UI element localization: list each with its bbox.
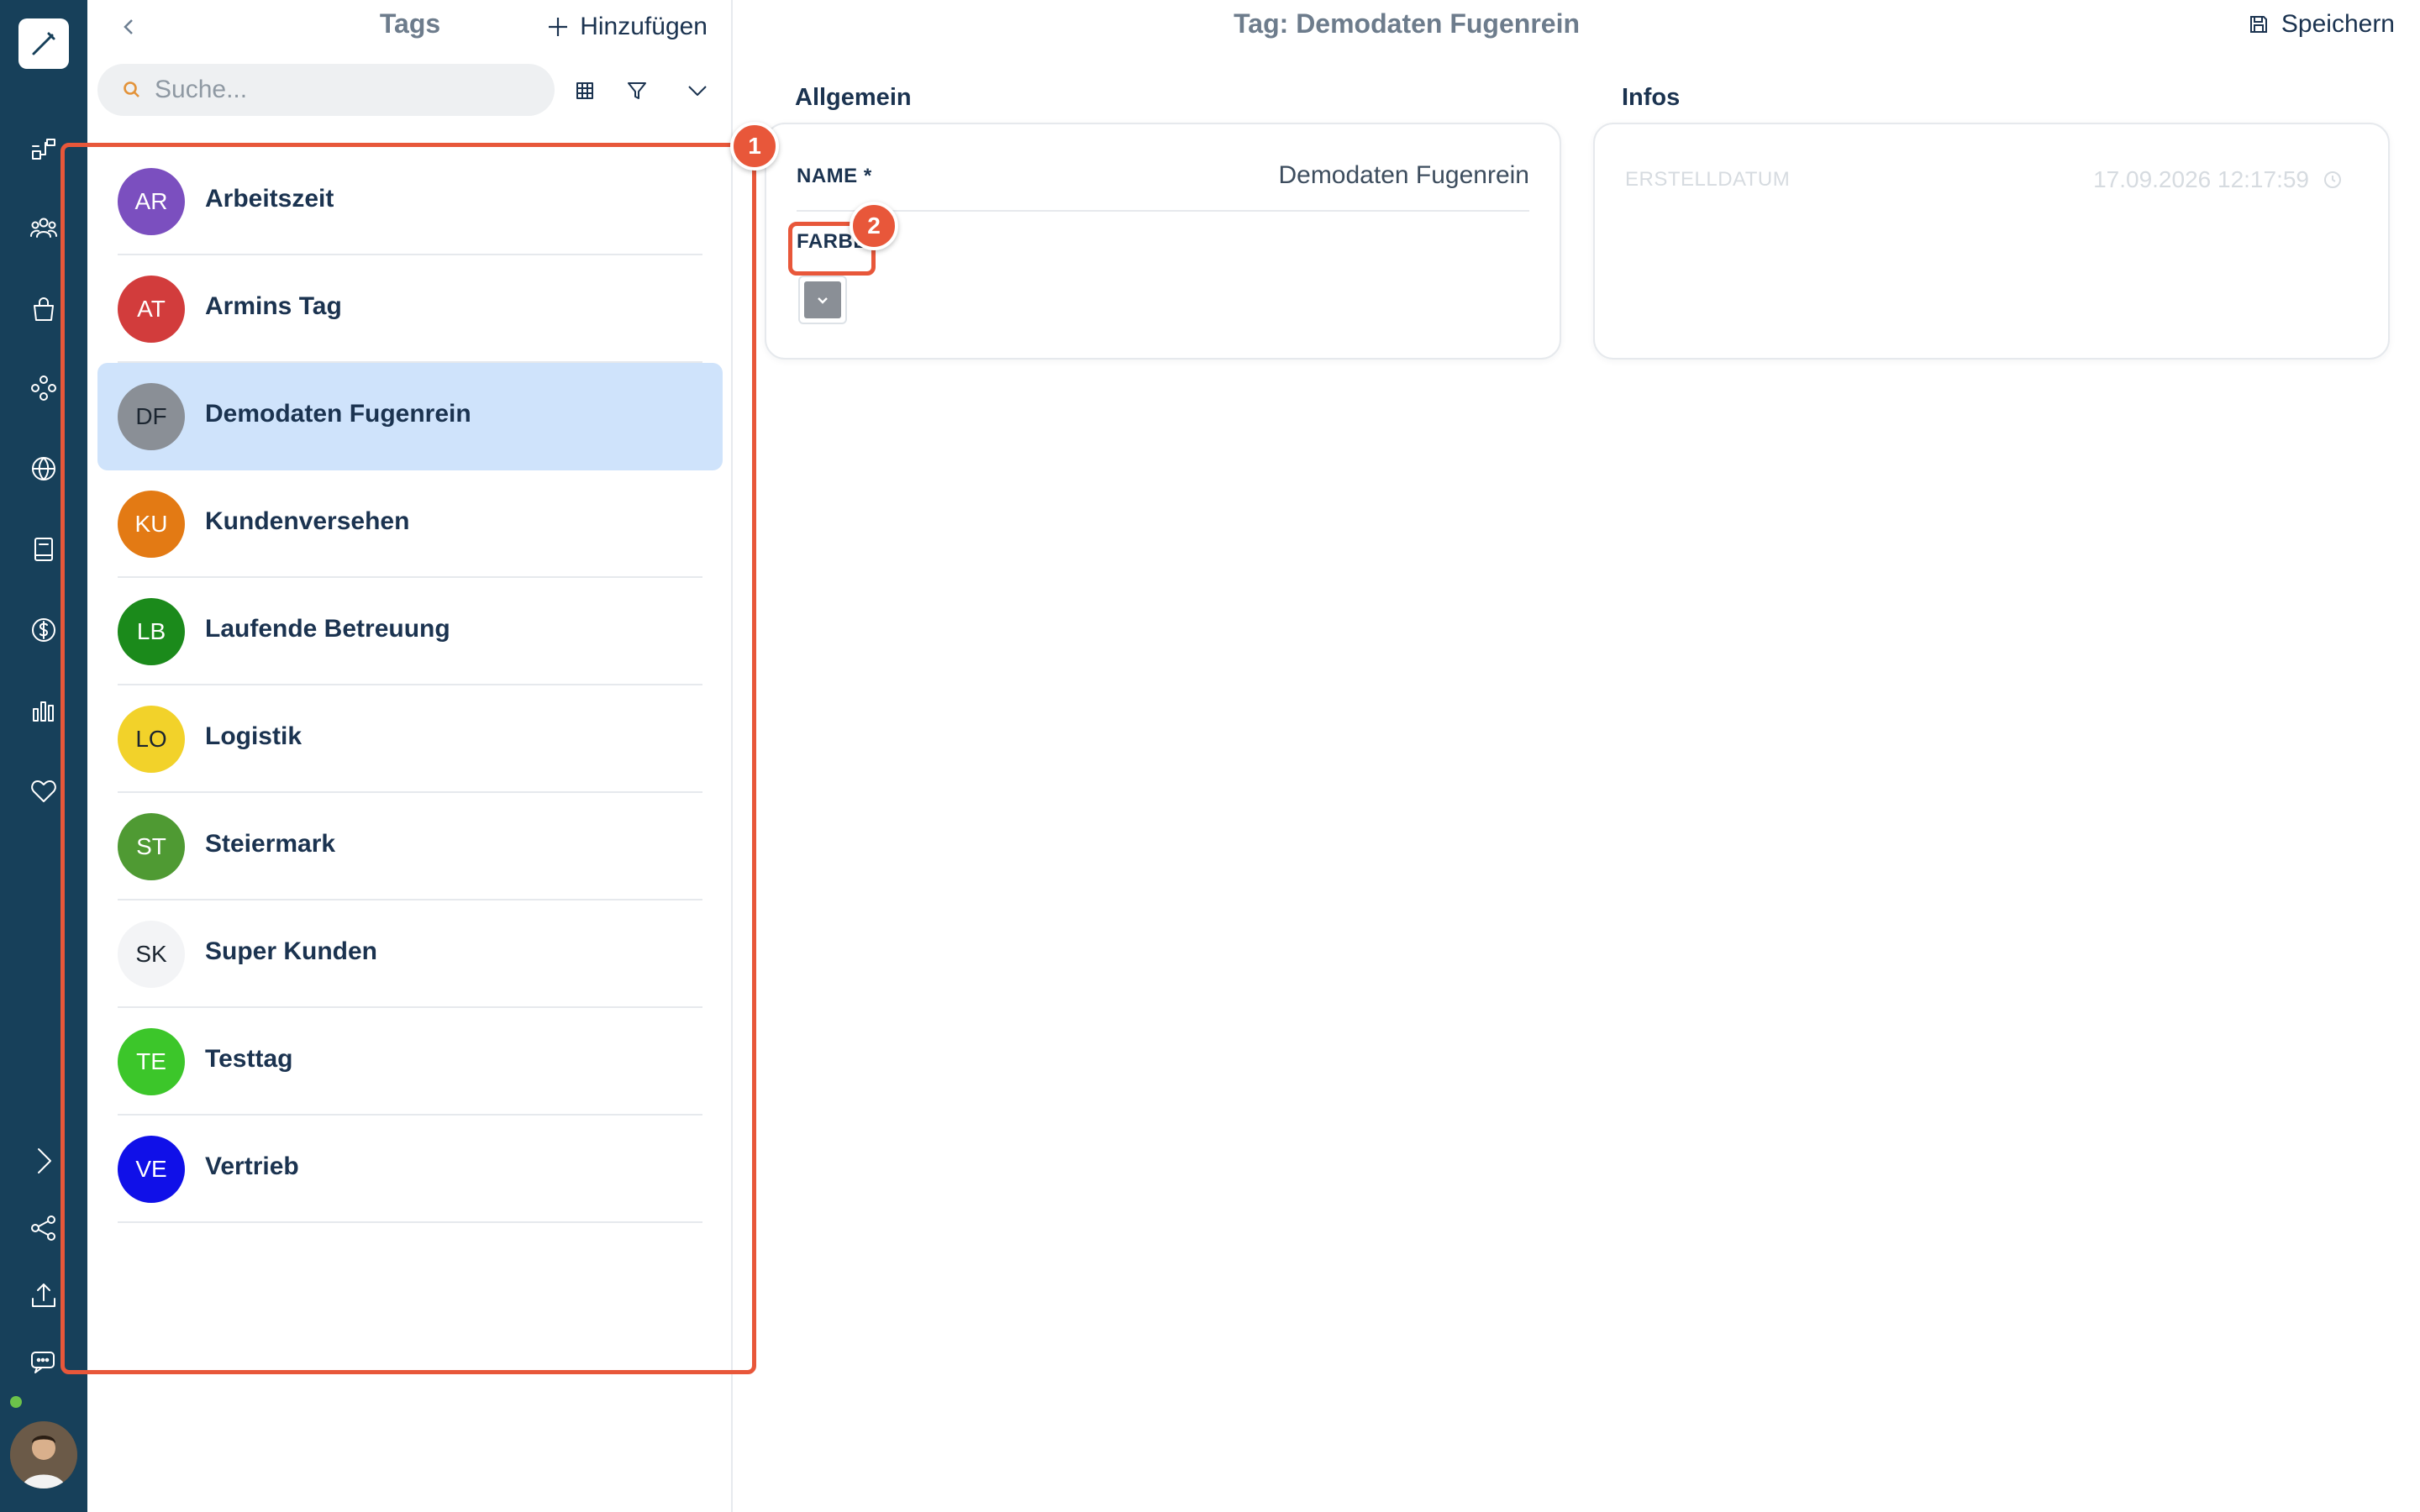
tag-avatar: DF (118, 383, 185, 450)
save-button-label: Speichern (2281, 10, 2395, 38)
filter-icon[interactable] (620, 74, 654, 108)
tag-list: AR Arbeitszeit AT Armins Tag DF Demodaten Fug… (97, 148, 723, 1223)
color-swatch (804, 281, 841, 318)
name-field-value[interactable]: Demodaten Fugenrein (1278, 161, 1529, 190)
created-date-text: 17.09.2026 12:17:59 (2093, 166, 2309, 192)
logo-brush-icon[interactable] (18, 18, 69, 69)
tag-list-item[interactable]: VE Vertrieb (97, 1116, 723, 1223)
modules-icon[interactable] (25, 370, 62, 407)
tag-avatar: SK (118, 921, 185, 988)
search-input[interactable] (155, 76, 524, 104)
expand-chevron-icon[interactable] (25, 1142, 62, 1179)
tag-list-item[interactable]: LO Logistik (97, 685, 723, 793)
tag-name: Armins Tag (205, 292, 342, 320)
online-status-indicator (8, 1394, 24, 1410)
tag-name: Vertrieb (205, 1152, 299, 1180)
tag-detail: Tag: Demodaten Fugenrein Speichern Allge… (734, 0, 2420, 1512)
icon-rail (0, 0, 87, 1512)
tag-list-item[interactable]: AR Arbeitszeit (97, 148, 723, 255)
user-avatar[interactable] (10, 1421, 77, 1488)
annotation-badge-1: 1 (730, 122, 779, 171)
created-date-value: 17.09.2026 12:17:59 (2093, 166, 2343, 193)
tag-avatar: ST (118, 813, 185, 880)
list-divider (118, 1221, 702, 1223)
tag-avatar: LB (118, 598, 185, 665)
tag-avatar: AT (118, 276, 185, 343)
tag-list-item[interactable]: DF Demodaten Fugenrein (97, 363, 723, 470)
detail-title: Tag: Demodaten Fugenrein (1234, 8, 1580, 39)
info-card: ERSTELLDATUM 17.09.2026 12:17:59 (1593, 123, 2390, 360)
chevron-down-icon[interactable] (681, 74, 714, 108)
tag-name: Laufende Betreuung (205, 615, 450, 643)
globe-icon[interactable] (25, 450, 62, 487)
tag-avatar: TE (118, 1028, 185, 1095)
field-divider (797, 210, 1529, 212)
chat-icon[interactable] (25, 1344, 62, 1381)
search-icon (124, 81, 139, 97)
name-field-label: NAME * (797, 165, 872, 187)
tag-name: Testtag (205, 1045, 293, 1073)
tag-avatar: LO (118, 706, 185, 773)
tag-avatar: VE (118, 1136, 185, 1203)
created-date-label: ERSTELLDATUM (1625, 168, 1791, 191)
book-icon[interactable] (25, 531, 62, 568)
dollar-icon[interactable] (25, 612, 62, 648)
chevron-left-icon (124, 19, 133, 34)
tag-list-panel: Tags Hinzufügen AR Arbeitszeit AT Armins Ta… (87, 0, 733, 1512)
tag-name: Steiermark (205, 830, 336, 858)
color-picker[interactable] (798, 276, 847, 324)
add-button[interactable]: Hinzufügen (546, 10, 708, 44)
save-button[interactable]: Speichern (2248, 10, 2395, 39)
add-button-label: Hinzufügen (580, 13, 708, 40)
tag-name: Super Kunden (205, 937, 378, 965)
bar-chart-icon[interactable] (25, 692, 62, 729)
heart-icon[interactable] (25, 773, 62, 810)
table-view-icon[interactable] (568, 74, 602, 108)
plus-icon (549, 18, 568, 36)
tag-name: Logistik (205, 722, 302, 750)
tag-name: Arbeitszeit (205, 185, 334, 213)
chevron-down-icon (818, 297, 828, 304)
workflow-icon[interactable] (25, 131, 62, 168)
annotation-badge-2: 2 (850, 202, 898, 250)
tag-avatar: KU (118, 491, 185, 558)
tag-list-item[interactable]: ST Steiermark (97, 793, 723, 900)
tag-list-item[interactable]: LB Laufende Betreuung (97, 578, 723, 685)
tag-list-item[interactable]: KU Kundenversehen (97, 470, 723, 578)
list-panel-header: Tags Hinzufügen (87, 0, 733, 54)
floppy-disk-icon (2249, 16, 2267, 33)
section-label-info: Infos (1622, 84, 1681, 111)
tag-avatar: AR (118, 168, 185, 235)
search-box[interactable] (97, 64, 555, 116)
upload-icon[interactable] (25, 1277, 62, 1314)
tag-list-item[interactable]: SK Super Kunden (97, 900, 723, 1008)
users-icon[interactable] (25, 210, 62, 247)
clock-icon (2324, 171, 2341, 188)
tag-name: Kundenversehen (205, 507, 410, 535)
tag-list-item[interactable]: TE Testtag (97, 1008, 723, 1116)
tag-name: Demodaten Fugenrein (205, 400, 471, 428)
back-button[interactable] (113, 10, 146, 44)
section-label-general: Allgemein (795, 84, 912, 111)
shopping-bag-icon[interactable] (25, 291, 62, 328)
share-icon[interactable] (25, 1210, 62, 1247)
tag-list-item[interactable]: AT Armins Tag (97, 255, 723, 363)
